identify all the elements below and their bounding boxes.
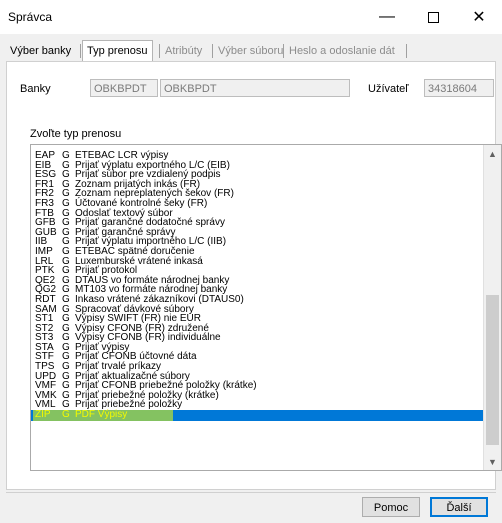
minimize-icon: — [379, 8, 395, 25]
transfer-type-list[interactable]: EAP G ETEBAC LCR výpisy EIB G Prijať výplatu … [30, 144, 502, 471]
window-title: Správca [8, 10, 53, 24]
bottom-divider [6, 492, 496, 493]
bank-code-field: OBKBPDT [90, 79, 158, 97]
scroll-down-arrow-icon[interactable]: ▼ [484, 453, 501, 470]
tab-vyber-banky[interactable]: Výber banky [6, 41, 75, 61]
list-scrollbar[interactable]: ▲ ▼ [483, 145, 501, 470]
tab-heslo-odoslanie[interactable]: Heslo a odoslanie dát [285, 41, 399, 61]
user-field: 34318604 [424, 79, 494, 97]
tab-separator [159, 44, 160, 58]
title-bar: Správca — ✕ [0, 0, 502, 34]
tab-separator [283, 44, 284, 58]
bank-label: Banky [20, 83, 51, 95]
maximize-button[interactable] [410, 0, 456, 34]
list-item-code: ZIP [35, 409, 51, 421]
tab-separator [212, 44, 213, 58]
bank-name-field: OBKBPDT [160, 79, 350, 97]
tab-separator [406, 44, 407, 58]
user-label: Užívateľ [368, 83, 409, 95]
scroll-up-arrow-icon[interactable]: ▲ [484, 145, 501, 162]
list-caption: Zvoľte typ prenosu [30, 128, 122, 140]
tab-typ-prenosu[interactable]: Typ prenosu [82, 40, 153, 62]
list-item-desc: PDF Výpisy [75, 409, 128, 421]
tab-vyber-suboru[interactable]: Výber súboru [214, 41, 287, 61]
help-button[interactable]: Pomoc [362, 497, 420, 517]
close-icon: ✕ [472, 9, 486, 26]
list-rows: EAP G ETEBAC LCR výpisy EIB G Prijať výplatu … [31, 151, 483, 422]
next-button[interactable]: Ďalší [430, 497, 488, 517]
list-item[interactable]: ZIP G PDF Výpisy [31, 409, 483, 422]
minimize-button[interactable]: — [364, 0, 410, 34]
list-item-flag: G [62, 409, 70, 421]
tab-atributy[interactable]: Atribúty [161, 41, 206, 61]
scroll-thumb[interactable] [486, 295, 499, 445]
tab-separator [80, 44, 81, 58]
maximize-icon [427, 11, 439, 23]
close-button[interactable]: ✕ [456, 0, 502, 34]
